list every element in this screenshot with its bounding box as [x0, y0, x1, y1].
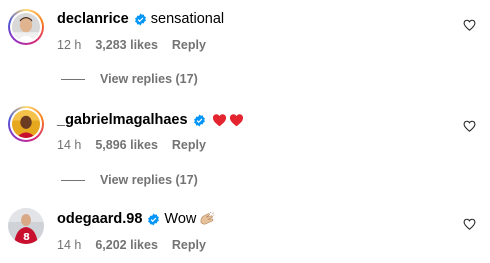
reply-button[interactable]: Reply [172, 138, 206, 152]
likes-count[interactable]: 5,896 likes [95, 138, 158, 152]
reply-button[interactable]: Reply [172, 38, 206, 52]
view-replies-button[interactable]: View replies (17) [61, 72, 198, 86]
verified-badge-icon [148, 213, 160, 225]
svg-text:8: 8 [23, 232, 30, 243]
likes-count[interactable]: 3,283 likes [95, 38, 158, 52]
red-heart-emoji-icon [229, 114, 243, 127]
reply-button[interactable]: Reply [172, 238, 206, 252]
avatar-gabrielmagalhaes[interactable] [8, 106, 44, 142]
like-heart-icon[interactable] [463, 120, 476, 132]
comment-text: Wow [164, 211, 197, 227]
view-replies-button[interactable]: View replies (17) [61, 173, 198, 187]
username[interactable]: odegaard.98 [57, 211, 142, 227]
view-replies-label: View replies (17) [100, 72, 198, 86]
comment-text: sensational [150, 11, 225, 27]
likes-count[interactable]: 6,202 likes [95, 238, 158, 252]
comment-time: 14 h [57, 238, 82, 252]
view-replies-label: View replies (17) [100, 173, 198, 187]
clapping-hands-emoji-icon [200, 211, 215, 224]
replies-divider [61, 78, 85, 80]
avatar-odegaard[interactable]: 8 [8, 208, 44, 244]
like-heart-icon[interactable] [463, 218, 476, 230]
comment-time: 14 h [57, 138, 82, 152]
red-heart-emoji-icon [212, 114, 226, 127]
avatar-declanrice[interactable] [8, 9, 44, 45]
verified-badge-icon [134, 13, 146, 25]
username[interactable]: declanrice [57, 11, 129, 27]
username[interactable]: _gabrielmagalhaes [57, 112, 188, 128]
comment-time: 12 h [57, 38, 82, 52]
replies-divider [61, 179, 85, 181]
like-heart-icon[interactable] [463, 19, 476, 31]
verified-badge-icon [193, 114, 205, 126]
